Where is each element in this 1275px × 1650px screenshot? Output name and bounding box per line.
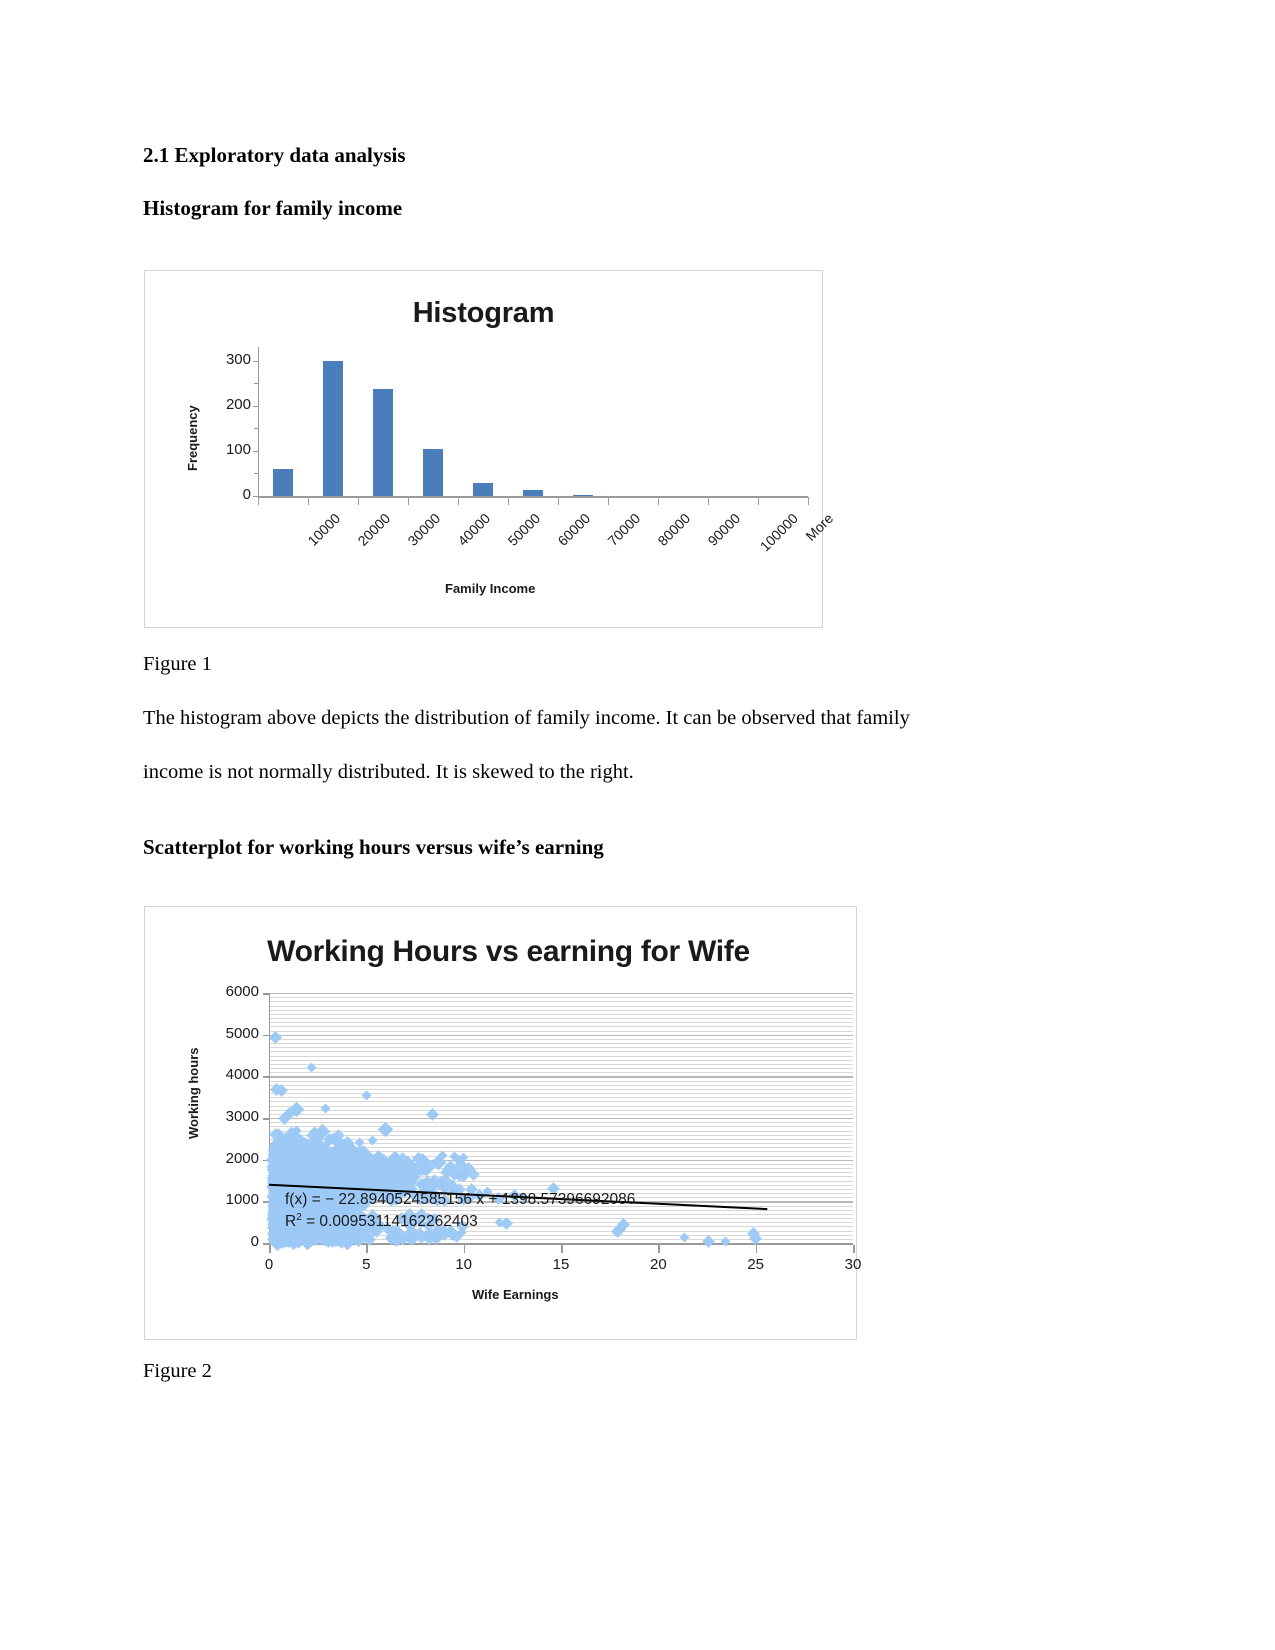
histogram-x-tick: [458, 497, 459, 505]
r-squared-exponent: 2: [296, 1212, 302, 1223]
histogram-y-axis-title: Frequency: [185, 405, 200, 471]
histogram-x-tick: [608, 497, 609, 505]
histogram-x-tick-label: 70000: [604, 510, 643, 549]
trendline-equation: f(x) = − 22.8940524585156 x + 1398.57396…: [285, 1191, 635, 1209]
scatterplot-x-tick: [756, 1245, 758, 1253]
histogram-x-tick-label: 50000: [504, 510, 543, 549]
histogram-x-tick: [558, 497, 559, 505]
histogram-x-tick: [408, 497, 409, 505]
histogram-x-tick-label: 80000: [654, 510, 693, 549]
scatterplot-x-tick: [658, 1245, 660, 1253]
histogram-y-minor-tick: [254, 473, 258, 474]
scatterplot-y-tick-label: 6000: [203, 983, 259, 1000]
scatterplot-y-tick-label: 3000: [203, 1108, 259, 1125]
scatterplot-x-tick: [561, 1245, 563, 1253]
scatterplot-x-tick-label: 25: [736, 1256, 776, 1273]
histogram-y-tick-label: 300: [206, 351, 251, 368]
paragraph-line-1: The histogram above depicts the distribu…: [143, 707, 910, 730]
histogram-x-tick: [808, 497, 809, 505]
histogram-x-axis-title: Family Income: [445, 581, 535, 596]
trendline-equation-text: f(x) = − 22.8940524585156 x + 1398.57396…: [285, 1191, 635, 1208]
scatterplot-x-tick-label: 20: [638, 1256, 678, 1273]
histogram-x-tick: [358, 497, 359, 505]
scatterplot-y-tick-label: 0: [203, 1233, 259, 1250]
scatterplot-x-tick-label: 5: [346, 1256, 386, 1273]
scatterplot-x-tick: [269, 1245, 271, 1253]
histogram-bar: [373, 389, 393, 496]
scatterplot-y-tick-label: 2000: [203, 1150, 259, 1167]
histogram-y-tick-label: 0: [206, 486, 251, 503]
histogram-plot-area: 0 100 200 300 10000 20000 30000 40000 50000 60000…: [258, 347, 808, 496]
histogram-bar: [573, 495, 593, 496]
scatterplot-x-tick-label: 10: [444, 1256, 484, 1273]
subheading-scatterplot: Scatterplot for working hours versus wif…: [143, 835, 604, 860]
r-squared-value: = 0.00953114162262403: [306, 1213, 478, 1230]
scatterplot-x-tick-label: 0: [249, 1256, 289, 1273]
histogram-y-tick: [253, 406, 258, 407]
r-squared-symbol: R: [285, 1213, 296, 1230]
histogram-x-tick: [308, 497, 309, 505]
histogram-x-tick-label: 40000: [454, 510, 493, 549]
figure-1-caption: Figure 1: [143, 653, 212, 676]
scatterplot-x-axis-title: Wife Earnings: [472, 1287, 559, 1302]
histogram-x-tick-label: 60000: [554, 510, 593, 549]
scatterplot-x-tick-label: 30: [833, 1256, 873, 1273]
histogram-chart-container: Histogram Frequency Family Income 0 100 20…: [144, 270, 823, 628]
r-squared-label: R2 = 0.00953114162262403: [285, 1212, 478, 1231]
scatterplot-chart-container: Working Hours vs earning for Wife Workin…: [144, 906, 857, 1340]
histogram-y-tick-label: 100: [206, 441, 251, 458]
histogram-bar: [473, 483, 493, 496]
subheading-histogram: Histogram for family income: [143, 196, 402, 221]
histogram-y-tick: [253, 361, 258, 362]
section-heading: 2.1 Exploratory data analysis: [143, 143, 406, 168]
histogram-y-axis-line: [258, 347, 259, 496]
scatterplot-y-tick-label: 4000: [203, 1066, 259, 1083]
histogram-x-tick-label: More: [802, 510, 836, 544]
scatterplot-x-tick: [464, 1245, 466, 1253]
histogram-x-tick-label: 90000: [704, 510, 743, 549]
histogram-x-tick: [258, 497, 259, 505]
histogram-bar: [423, 449, 443, 496]
histogram-x-tick: [758, 497, 759, 505]
scatterplot-x-tick: [853, 1245, 855, 1253]
histogram-bar: [523, 490, 543, 496]
histogram-x-tick: [658, 497, 659, 505]
histogram-y-minor-tick: [254, 383, 258, 384]
histogram-title: Histogram: [145, 297, 822, 330]
histogram-x-tick: [708, 497, 709, 505]
scatterplot-y-axis-title: Working hours: [186, 1048, 201, 1139]
histogram-bar: [323, 361, 343, 496]
figure-2-caption: Figure 2: [143, 1360, 212, 1383]
histogram-x-tick-label: 30000: [404, 510, 443, 549]
histogram-x-tick-label: 100000: [757, 510, 801, 554]
scatterplot-y-tick-label: 1000: [203, 1191, 259, 1208]
histogram-x-tick: [508, 497, 509, 505]
scatterplot-x-tick: [366, 1245, 368, 1253]
paragraph-line-2: income is not normally distributed. It i…: [143, 761, 634, 784]
document-page: 2.1 Exploratory data analysis Histogram …: [0, 0, 1275, 1650]
scatterplot-title: Working Hours vs earning for Wife: [153, 935, 864, 969]
histogram-x-tick-label: 20000: [354, 510, 393, 549]
histogram-y-tick: [253, 451, 258, 452]
histogram-y-minor-tick: [254, 428, 258, 429]
histogram-x-tick-label: 10000: [304, 510, 343, 549]
histogram-x-axis-line: [258, 496, 808, 498]
scatterplot-y-tick-label: 5000: [203, 1025, 259, 1042]
histogram-bar: [273, 469, 293, 496]
histogram-y-tick-label: 200: [206, 396, 251, 413]
scatterplot-x-tick-label: 15: [541, 1256, 581, 1273]
